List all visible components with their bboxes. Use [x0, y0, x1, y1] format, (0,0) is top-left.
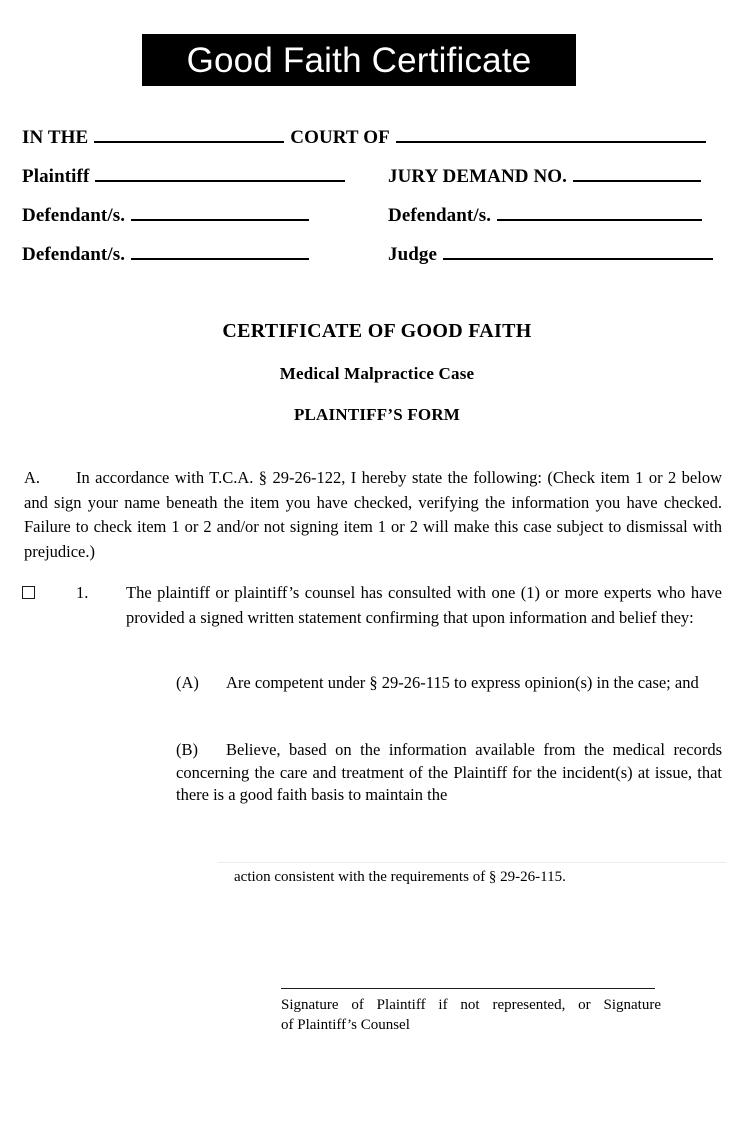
checkbox-item-1[interactable]: [22, 586, 35, 599]
item-1-sub-b-letter: (B): [176, 740, 198, 759]
label-defendant-right-1: Defendant/s.: [388, 205, 492, 226]
signature-line[interactable]: [281, 988, 655, 989]
item-1-sub-b: (B) Believe, based on the information ava…: [176, 739, 722, 807]
label-court-of: COURT OF: [290, 127, 390, 148]
label-defendant-left-1: Defendant/s.: [22, 205, 126, 226]
item-1-sub-a: (A) Are competent under § 29-26-115 to ex…: [176, 672, 722, 695]
field-defendant-left-2-blank[interactable]: [131, 243, 310, 260]
section-divider: [218, 862, 726, 863]
label-plaintiff: Plaintiff: [22, 166, 90, 187]
field-defendant-left-1-blank[interactable]: [131, 204, 310, 221]
item-1-block: 1. The plaintiff or plaintiff’s counsel …: [22, 581, 722, 630]
heading-medical-malpractice-case: Medical Malpractice Case: [279, 364, 475, 383]
label-jury-demand-no: JURY DEMAND NO.: [388, 166, 568, 187]
field-defendant-right-1-blank[interactable]: [497, 204, 703, 221]
continuation-text: action consistent with the requirements …: [234, 869, 566, 885]
heading-certificate-of-good-faith: CERTIFICATE OF GOOD FAITH: [222, 320, 532, 342]
field-in-the-blank[interactable]: [94, 126, 285, 143]
signature-caption-line-1: Signature of Plaintiff if not represente…: [281, 997, 661, 1013]
paragraph-a-letter: A.: [24, 468, 41, 487]
document-page: Good Faith Certificate IN THE COURT OF P…: [0, 0, 754, 1130]
label-in-the: IN THE: [22, 127, 89, 148]
heading-plaintiffs-form: PLAINTIFF’S FORM: [293, 405, 461, 424]
item-1-sub-a-text: Are competent under § 29-26-115 to expre…: [226, 673, 699, 692]
item-1-number: 1.: [76, 583, 89, 602]
field-jury-demand-no-blank[interactable]: [573, 165, 702, 182]
signature-caption-line-2: of Plaintiff’s Counsel: [281, 1016, 410, 1033]
caption-row-court: IN THE COURT OF: [22, 126, 722, 165]
caption-row-defendant-1: Defendant/s. Defendant/s.: [22, 204, 722, 243]
field-judge-blank[interactable]: [443, 243, 714, 260]
caption-row-plaintiff: Plaintiff JURY DEMAND NO.: [22, 165, 722, 204]
headings-block: CERTIFICATE OF GOOD FAITH Medical Malpra…: [0, 320, 754, 425]
label-defendant-left-2: Defendant/s.: [22, 244, 126, 265]
signature-caption: Signature of Plaintiff if not represente…: [281, 996, 661, 1035]
label-judge: Judge: [388, 244, 438, 265]
title-banner: Good Faith Certificate: [142, 34, 576, 86]
item-1-text: The plaintiff or plaintiff’s counsel has…: [126, 583, 722, 627]
paragraph-a: A. In accordance with T.C.A. § 29-26-122,…: [24, 466, 722, 564]
field-court-of-blank[interactable]: [395, 126, 706, 143]
field-plaintiff-blank[interactable]: [95, 165, 346, 182]
paragraph-a-text: In accordance with T.C.A. § 29-26-122, I…: [24, 468, 722, 561]
case-caption-block: IN THE COURT OF Plaintiff JURY DEMAND NO…: [22, 126, 722, 282]
caption-row-defendant-2: Defendant/s. Judge: [22, 243, 722, 282]
item-1-sub-a-letter: (A): [176, 673, 199, 692]
item-1-sub-b-text: Believe, based on the information availa…: [176, 740, 722, 804]
document-title: Good Faith Certificate: [186, 40, 532, 80]
